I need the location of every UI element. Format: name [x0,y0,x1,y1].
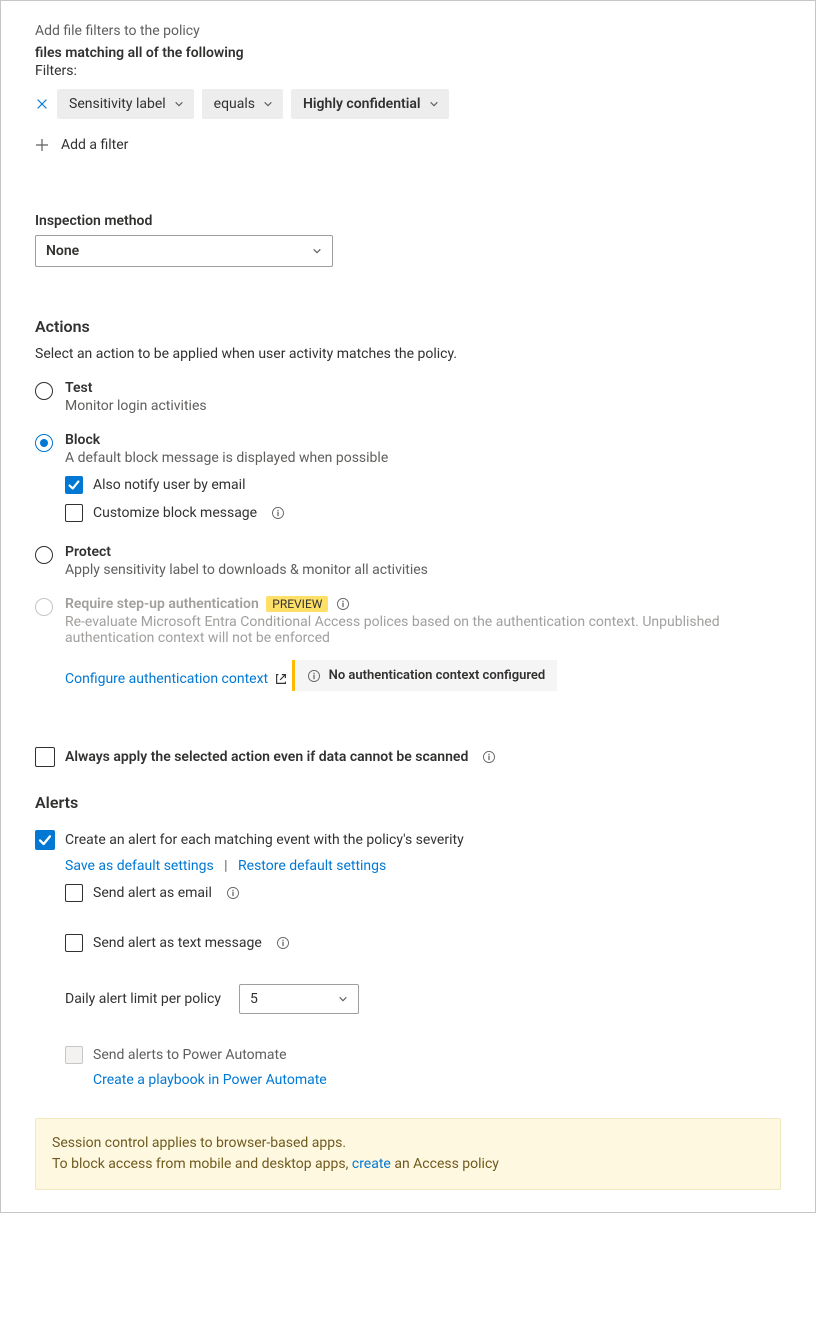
checkbox-customize-message[interactable] [65,504,83,522]
create-access-policy-link[interactable]: create [352,1156,391,1172]
action-option-test[interactable]: Test Monitor login activities [35,380,781,414]
external-link-icon [274,672,288,686]
add-filter-label: Add a filter [61,137,128,153]
send-email-label: Send alert as email [93,885,212,901]
notify-email-checkbox-row[interactable]: Also notify user by email [65,476,781,494]
info-icon[interactable] [276,936,290,950]
auth-context-warning-text: No authentication context configured [329,668,546,683]
notify-email-label: Also notify user by email [93,477,245,493]
action-block-title: Block [65,432,388,448]
filters-label: Filters: [35,63,781,79]
chevron-down-icon [429,99,439,109]
chevron-down-icon [174,99,184,109]
filters-header: Add file filters to the policy [35,23,781,39]
action-option-block[interactable]: Block A default block message is display… [35,432,781,466]
actions-desc: Select an action to be applied when user… [35,346,781,362]
action-option-stepup: Require step-up authentication PREVIEW R… [35,596,781,691]
action-test-title: Test [65,380,207,396]
chevron-down-icon [338,994,348,1004]
radio-block[interactable] [35,434,53,452]
chevron-down-icon [312,246,322,256]
action-protect-sub: Apply sensitivity label to downloads & m… [65,562,428,578]
checkbox-notify-email[interactable] [65,476,83,494]
checkbox-create-alert[interactable] [35,830,55,850]
policy-settings-panel: Add file filters to the policy files mat… [0,0,816,1213]
checkbox-send-sms[interactable] [65,934,83,952]
separator: | [217,858,234,874]
info-icon[interactable] [482,750,496,764]
info-icon[interactable] [336,597,350,611]
filter-op-label: equals [214,96,255,112]
customize-message-label: Customize block message [93,505,257,521]
info-icon[interactable] [271,506,285,520]
preview-badge: PREVIEW [266,596,328,612]
daily-limit-row: Daily alert limit per policy 5 [65,984,781,1014]
filter-value-label: Highly confidential [303,96,421,112]
session-control-note: Session control applies to browser-based… [35,1118,781,1190]
inspection-method-value: None [46,243,79,259]
alerts-section-title: Alerts [35,793,781,812]
action-test-sub: Monitor login activities [65,398,207,414]
chevron-down-icon [263,99,273,109]
power-automate-label: Send alerts to Power Automate [93,1047,287,1063]
action-stepup-sub: Re-evaluate Microsoft Entra Conditional … [65,614,781,646]
create-playbook-link[interactable]: Create a playbook in Power Automate [93,1072,327,1088]
save-default-settings-link[interactable]: Save as default settings [65,858,214,874]
auth-context-warning: No authentication context configured [292,660,558,691]
create-alert-label: Create an alert for each matching event … [65,832,464,848]
filter-field-label: Sensitivity label [69,96,166,112]
configure-auth-context-link[interactable]: Configure authentication context [65,671,288,687]
note-line1: Session control applies to browser-based… [52,1133,764,1154]
inspection-method-label: Inspection method [35,213,781,229]
radio-protect[interactable] [35,546,53,564]
filter-value-chip[interactable]: Highly confidential [291,89,449,119]
filter-row: Sensitivity label equals Highly confiden… [35,89,781,119]
daily-limit-select[interactable]: 5 [239,984,359,1014]
radio-test[interactable] [35,382,53,400]
action-stepup-title: Require step-up authentication PREVIEW [65,596,781,612]
filter-op-chip[interactable]: equals [202,89,283,119]
remove-filter-icon[interactable] [35,97,49,111]
plus-icon [35,138,49,152]
always-apply-checkbox-row[interactable]: Always apply the selected action even if… [35,747,781,767]
note-line2: To block access from mobile and desktop … [52,1154,764,1175]
customize-message-checkbox-row[interactable]: Customize block message [65,504,781,522]
inspection-method-select[interactable]: None [35,235,333,267]
always-apply-label: Always apply the selected action even if… [65,749,468,765]
send-sms-checkbox-row[interactable]: Send alert as text message [65,934,781,952]
actions-section-title: Actions [35,317,781,336]
checkbox-send-email[interactable] [65,884,83,902]
radio-stepup [35,598,53,616]
daily-limit-value: 5 [250,991,258,1007]
checkbox-power-automate [65,1046,83,1064]
action-protect-title: Protect [65,544,428,560]
action-block-sub: A default block message is displayed whe… [65,450,388,466]
info-icon [307,669,321,683]
power-automate-checkbox-row: Send alerts to Power Automate [65,1046,781,1064]
add-filter-button[interactable]: Add a filter [35,137,781,153]
send-sms-label: Send alert as text message [93,935,262,951]
info-icon[interactable] [226,886,240,900]
daily-limit-label: Daily alert limit per policy [65,991,221,1007]
create-alert-checkbox-row[interactable]: Create an alert for each matching event … [35,830,781,850]
action-option-protect[interactable]: Protect Apply sensitivity label to downl… [35,544,781,578]
checkbox-always-apply[interactable] [35,747,55,767]
restore-default-settings-link[interactable]: Restore default settings [238,858,386,874]
filters-matching: files matching all of the following [35,45,781,61]
filter-field-chip[interactable]: Sensitivity label [57,89,194,119]
send-email-checkbox-row[interactable]: Send alert as email [65,884,781,902]
